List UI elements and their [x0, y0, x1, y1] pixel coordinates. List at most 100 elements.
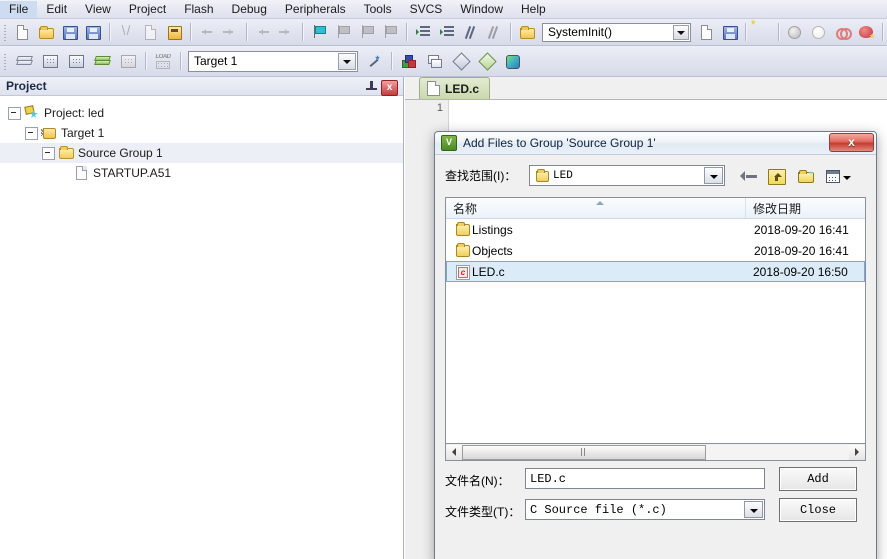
close-icon[interactable]: x	[381, 80, 398, 96]
download-button[interactable]: LOAD	[151, 49, 175, 73]
look-in-combo[interactable]: LED	[529, 165, 725, 186]
prev-bookmark-button[interactable]	[332, 20, 354, 44]
target-combo[interactable]: Target 1	[188, 51, 358, 72]
file-list-row[interactable]: Objects 2018-09-20 16:41	[446, 240, 865, 261]
menu-item-debug[interactable]: Debug	[223, 1, 276, 18]
menu-item-file[interactable]: File	[0, 1, 37, 18]
back-button[interactable]	[735, 164, 761, 189]
expander-toggle[interactable]	[8, 107, 21, 120]
column-header-date[interactable]: 修改日期	[746, 198, 865, 218]
file-list-row-selected[interactable]: LED.c 2018-09-20 16:50	[446, 261, 865, 282]
translate-file-button[interactable]	[12, 49, 36, 73]
uncomment-block-button[interactable]	[484, 20, 506, 44]
find-in-files-button[interactable]	[719, 20, 741, 44]
cut-button[interactable]	[115, 20, 137, 44]
chevron-down-icon[interactable]	[704, 167, 723, 184]
folder-icon	[58, 146, 74, 160]
tree-item-source-group[interactable]: Source Group 1	[0, 143, 403, 163]
file-name-cell: Listings	[447, 222, 747, 237]
save-all-button[interactable]	[83, 20, 105, 44]
scroll-right-arrow[interactable]	[849, 445, 865, 460]
scroll-left-arrow[interactable]	[446, 445, 462, 460]
disable-all-breakpoints-button[interactable]	[832, 20, 854, 44]
up-one-level-button[interactable]	[764, 164, 790, 189]
target-options-button[interactable]	[362, 49, 386, 73]
new-file-button[interactable]	[11, 20, 33, 44]
copy-button[interactable]	[139, 20, 161, 44]
file-name-value: LED.c	[530, 472, 566, 486]
tree-item-startup-file[interactable]: STARTUP.A51	[0, 163, 403, 183]
file-list-horizontal-scrollbar[interactable]	[445, 444, 866, 461]
chevron-down-icon[interactable]	[338, 53, 356, 70]
tab-led-c[interactable]: LED.c	[419, 77, 490, 99]
kill-all-breakpoints-button[interactable]	[855, 20, 877, 44]
open-file-button[interactable]	[35, 20, 57, 44]
file-type-combo[interactable]: C Source file (*.c)	[525, 499, 765, 520]
build-target-button[interactable]	[38, 49, 62, 73]
load-icon: LOAD	[155, 53, 171, 69]
project-panel-header: Project x	[0, 77, 403, 96]
binoculars-icon	[722, 24, 738, 40]
paste-button[interactable]	[163, 20, 185, 44]
navigate-forward-button[interactable]	[276, 20, 298, 44]
file-list-row[interactable]: Listings 2018-09-20 16:41	[446, 219, 865, 240]
rebuild-all-button[interactable]	[64, 49, 88, 73]
comment-block-button[interactable]	[460, 20, 482, 44]
breakpoint-empty-button[interactable]	[808, 20, 830, 44]
redo-button[interactable]	[219, 20, 241, 44]
menu-item-project[interactable]: Project	[120, 1, 175, 18]
tree-item-project[interactable]: Project: led	[0, 103, 403, 123]
undo-button[interactable]	[195, 20, 217, 44]
menu-item-svcs[interactable]: SVCS	[401, 1, 452, 18]
menu-item-flash[interactable]: Flash	[175, 1, 222, 18]
file-name-input[interactable]: LED.c	[525, 468, 765, 489]
dialog-body: 查找范围(I)： LED 名称	[435, 155, 876, 559]
save-button[interactable]	[59, 20, 81, 44]
add-button[interactable]: Add	[779, 467, 857, 491]
stop-build-icon	[120, 53, 136, 69]
toolbar-grip[interactable]	[2, 23, 8, 41]
batch-build-button[interactable]	[90, 49, 114, 73]
manage-project-items-button[interactable]	[397, 49, 421, 73]
chevron-down-icon[interactable]	[744, 501, 763, 518]
clear-bookmarks-button[interactable]	[380, 20, 402, 44]
tree-item-target[interactable]: Target 1	[0, 123, 403, 143]
find-button[interactable]	[751, 20, 773, 44]
menu-item-window[interactable]: Window	[451, 1, 512, 18]
manage-multi-project-button[interactable]	[423, 49, 447, 73]
navigate-back-button[interactable]	[252, 20, 274, 44]
breakpoint-disabled-button[interactable]	[784, 20, 806, 44]
configuration-wizard-button[interactable]	[449, 49, 473, 73]
close-dialog-button[interactable]: Close	[779, 498, 857, 522]
menu-item-view[interactable]: View	[76, 1, 120, 18]
menu-item-edit[interactable]: Edit	[37, 1, 76, 18]
stop-build-button[interactable]	[116, 49, 140, 73]
toolbar-grip[interactable]	[2, 52, 9, 70]
next-bookmark-button[interactable]	[356, 20, 378, 44]
scrollbar-thumb[interactable]	[462, 445, 706, 460]
scrollbar-track[interactable]	[706, 445, 849, 460]
dialog-titlebar[interactable]: V Add Files to Group 'Source Group 1' x	[435, 132, 876, 155]
indent-left-button[interactable]	[436, 20, 458, 44]
packs-installer-button[interactable]	[501, 49, 525, 73]
chevron-down-icon[interactable]	[673, 25, 689, 40]
close-button[interactable]: x	[829, 133, 874, 152]
arrow-left-icon	[255, 24, 271, 40]
menu-item-help[interactable]: Help	[512, 1, 555, 18]
function-browser-button[interactable]	[516, 20, 538, 44]
books-button[interactable]	[475, 49, 499, 73]
insert-file-button[interactable]	[695, 20, 717, 44]
column-header-name[interactable]: 名称	[446, 198, 746, 218]
indent-right-button[interactable]	[412, 20, 434, 44]
new-folder-button[interactable]	[793, 164, 819, 189]
pin-icon[interactable]	[366, 81, 377, 93]
expander-toggle[interactable]	[25, 127, 38, 140]
toggle-bookmark-button[interactable]	[308, 20, 330, 44]
view-mode-button[interactable]	[822, 164, 854, 189]
file-list[interactable]: 名称 修改日期 Listings 2018-09-20 16:41	[445, 197, 866, 444]
folder-icon	[454, 243, 472, 258]
function-combo[interactable]: SystemInit()	[542, 23, 691, 42]
menu-item-tools[interactable]: Tools	[355, 1, 401, 18]
expander-toggle[interactable]	[42, 147, 55, 160]
menu-item-peripherals[interactable]: Peripherals	[276, 1, 355, 18]
